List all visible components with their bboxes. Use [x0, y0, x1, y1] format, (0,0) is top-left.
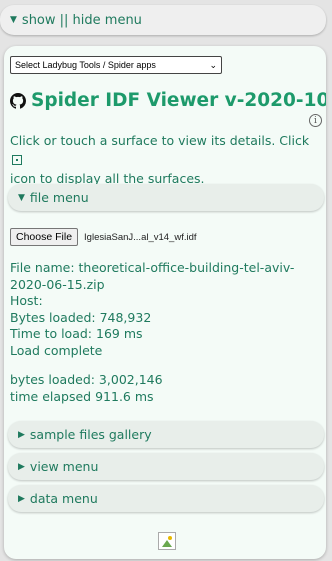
triangle-right-icon: ▶	[18, 461, 25, 472]
show-hide-menu-toggle[interactable]: ▼ show || hide menu	[0, 5, 326, 35]
stats-time-elapsed: time elapsed 911.6 ms	[10, 388, 154, 404]
show-all-surfaces-icon[interactable]	[12, 155, 22, 165]
triangle-right-icon: ▶	[18, 493, 25, 504]
triangle-right-icon: ▶	[18, 429, 25, 440]
data-menu-label: data menu	[29, 491, 98, 506]
chevron-down-icon: ⌄	[209, 59, 217, 70]
file-menu-toggle[interactable]: ▼ file menu	[8, 184, 324, 211]
stats-bytes-loaded: bytes loaded: 3,002,146	[10, 372, 163, 387]
apps-select-value: Select Ladybug Tools / Spider apps	[15, 60, 156, 70]
main-panel: Select Ladybug Tools / Spider apps ⌄ Spi…	[4, 46, 326, 559]
bytes-loaded: Bytes loaded: 748,932	[10, 309, 152, 325]
data-menu-toggle[interactable]: ▶ data menu	[8, 485, 324, 512]
show-hide-menu-label: show || hide menu	[21, 12, 142, 28]
intro-text-part1: Click or touch a surface to view its det…	[10, 133, 310, 148]
load-status: Load complete	[10, 342, 103, 358]
page-title[interactable]: Spider IDF Viewer v-2020-10-09	[10, 90, 326, 111]
choose-file-button[interactable]: Choose File	[10, 228, 79, 246]
apps-select[interactable]: Select Ladybug Tools / Spider apps ⌄	[10, 56, 222, 74]
broken-image-icon	[158, 532, 176, 550]
app-title-text: Spider IDF Viewer v-2020-10-09	[31, 90, 326, 111]
view-menu-label: view menu	[29, 459, 99, 474]
sample-files-gallery-toggle[interactable]: ▶ sample files gallery	[8, 421, 324, 448]
host: Host:	[10, 293, 43, 308]
triangle-down-icon: ▼	[18, 192, 25, 203]
file-name: File name: theoretical-office-building-t…	[10, 260, 295, 292]
view-menu-toggle[interactable]: ▶ view menu	[8, 453, 324, 480]
sample-files-gallery-label: sample files gallery	[29, 427, 152, 442]
load-stats: bytes loaded: 3,002,146 time elapsed 911…	[10, 372, 163, 405]
info-icon[interactable]: i	[309, 114, 322, 127]
time-to-load: Time to load: 169 ms	[10, 326, 143, 341]
triangle-down-icon: ▼	[10, 15, 17, 25]
file-input: Choose File IglesiaSanJ...al_v14_wf.idf	[10, 228, 197, 246]
intro-text: Click or touch a surface to view its det…	[10, 131, 314, 188]
github-icon	[10, 92, 26, 109]
file-menu-label: file menu	[29, 190, 89, 205]
file-info: File name: theoretical-office-building-t…	[10, 260, 318, 359]
selected-filename: IglesiaSanJ...al_v14_wf.idf	[84, 231, 197, 243]
